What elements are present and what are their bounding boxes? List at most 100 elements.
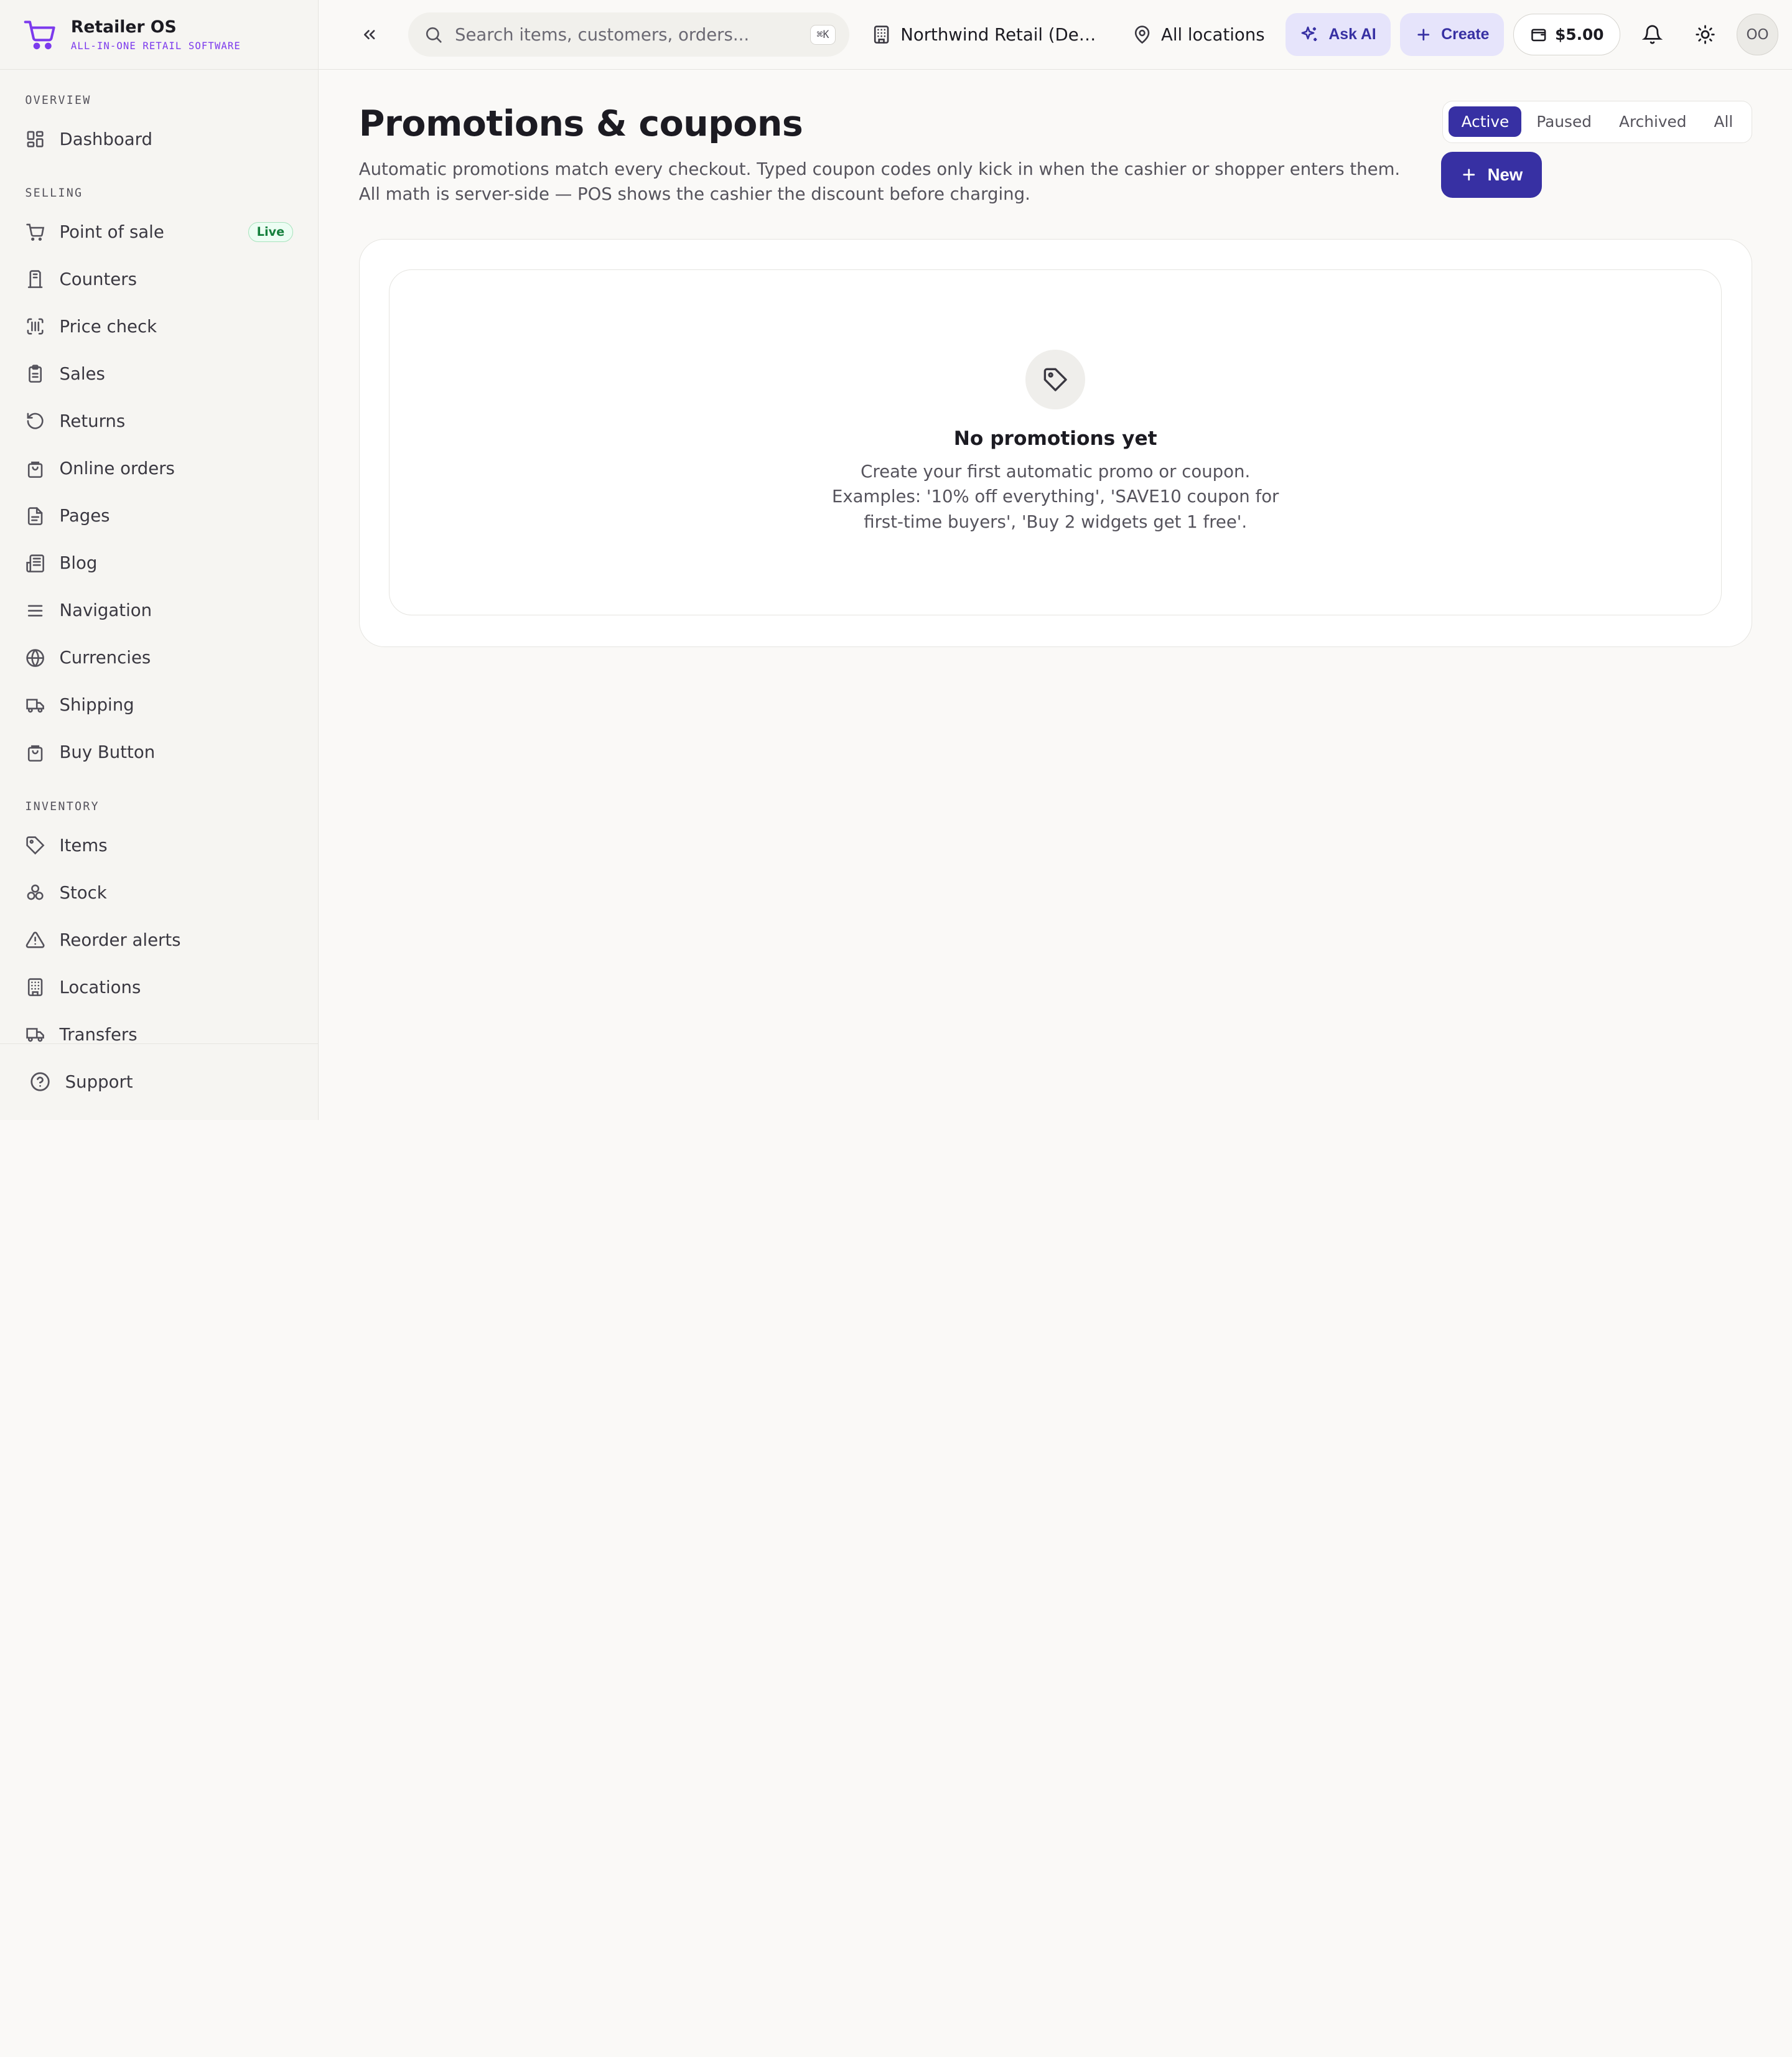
sidebar-item-label: Navigation [59, 600, 152, 621]
map-pin-icon [1132, 25, 1152, 44]
sidebar-item-navigation[interactable]: Navigation [0, 587, 318, 634]
sidebar-item-transfers[interactable]: Transfers [0, 1011, 318, 1043]
cart-logo-icon [23, 17, 57, 52]
counter-icon [25, 269, 45, 289]
plus-icon [1460, 166, 1478, 184]
sidebar-item-buy-button[interactable]: Buy Button [0, 729, 318, 776]
app-window: Retailer OS ALL-IN-ONE RETAIL SOFTWARE O… [0, 0, 1792, 1120]
sidebar-item-label: Online orders [59, 459, 175, 479]
empty-state-text: Create your first automatic promo or cou… [831, 461, 1279, 532]
clipboard-icon [25, 364, 45, 385]
sidebar-item-label: Items [59, 835, 108, 856]
sidebar-item-shipping[interactable]: Shipping [0, 681, 318, 729]
globe-icon [25, 648, 45, 668]
sidebar-item-label: Dashboard [59, 129, 152, 149]
shopping-bag-icon [25, 459, 45, 479]
sidebar-item-label: Returns [59, 411, 126, 432]
empty-state-title: No promotions yet [953, 427, 1157, 450]
building-icon [872, 25, 891, 44]
sidebar-item-label: Blog [59, 553, 98, 574]
sidebar-item-support[interactable]: Support [0, 1043, 318, 1120]
truck-icon [25, 695, 45, 716]
sidebar-item-point-of-sale[interactable]: Point of sale Live [0, 208, 318, 256]
status-filter: Active Paused Archived All [1442, 100, 1752, 143]
sidebar-item-label: Counters [59, 269, 137, 290]
sidebar-item-currencies[interactable]: Currencies [0, 634, 318, 681]
boxes-icon [25, 882, 45, 903]
live-badge: Live [248, 222, 294, 243]
sidebar-item-returns[interactable]: Returns [0, 398, 318, 445]
search-icon [424, 25, 443, 44]
promotions-card: No promotions yet Create your first auto… [358, 238, 1752, 647]
tag-icon [25, 835, 45, 856]
sidebar-item-label: Sales [59, 364, 105, 385]
menu-icon [25, 600, 45, 621]
help-circle-icon [30, 1071, 50, 1092]
sidebar-item-label: Point of sale [59, 222, 164, 242]
sidebar-item-label: Shipping [59, 695, 134, 716]
dashboard-icon [25, 129, 45, 149]
filter-paused[interactable]: Paused [1524, 106, 1604, 138]
search-box[interactable]: ⌘K [408, 12, 849, 57]
theme-sun-icon[interactable] [1684, 14, 1725, 55]
wallet-balance[interactable]: $5.00 [1513, 14, 1621, 55]
section-label-inventory: INVENTORY [25, 800, 100, 814]
empty-state: No promotions yet Create your first auto… [389, 269, 1722, 616]
sparkles-icon [1300, 25, 1319, 44]
sidebar: Retailer OS ALL-IN-ONE RETAIL SOFTWARE O… [0, 0, 319, 1120]
create-label: Create [1441, 26, 1490, 43]
sidebar-item-price-check[interactable]: Price check [0, 303, 318, 350]
sidebar-nav: OVERVIEW Dashboard SELLING Point of sale… [0, 70, 318, 1043]
section-label-selling: SELLING [25, 187, 83, 200]
sidebar-item-label: Price check [59, 317, 157, 337]
location-name: All locations [1161, 24, 1265, 45]
org-switcher[interactable]: Northwind Retail (Demo) [872, 25, 1112, 45]
bell-icon[interactable] [1632, 14, 1673, 55]
sidebar-item-stock[interactable]: Stock [0, 869, 318, 917]
page-content: Promotions & coupons Automatic promotion… [319, 70, 1792, 647]
truck-icon [25, 1024, 45, 1043]
location-switcher[interactable]: All locations [1132, 24, 1265, 45]
filter-all[interactable]: All [1701, 106, 1745, 138]
avatar[interactable]: OO [1737, 14, 1778, 55]
brand[interactable]: Retailer OS ALL-IN-ONE RETAIL SOFTWARE [0, 0, 319, 70]
barcode-icon [25, 317, 45, 337]
ask-ai-button[interactable]: Ask AI [1285, 12, 1391, 57]
sidebar-item-items[interactable]: Items [0, 822, 318, 869]
return-icon [25, 411, 45, 432]
shortcut-hint: ⌘K [810, 24, 836, 45]
sidebar-item-online-orders[interactable]: Online orders [0, 445, 318, 492]
sidebar-item-sales[interactable]: Sales [0, 350, 318, 398]
plus-icon [1415, 26, 1432, 44]
collapse-sidebar-icon[interactable] [358, 23, 381, 46]
alert-icon [25, 930, 45, 950]
file-icon [25, 506, 45, 526]
sidebar-item-blog[interactable]: Blog [0, 539, 318, 587]
sidebar-item-locations[interactable]: Locations [0, 964, 318, 1011]
building-icon [25, 977, 45, 997]
sidebar-item-label: Stock [59, 882, 107, 903]
tag-icon [1025, 350, 1085, 409]
section-label-overview: OVERVIEW [25, 93, 91, 107]
search-input[interactable] [454, 24, 811, 45]
create-button[interactable]: Create [1400, 12, 1505, 57]
shopping-bag-icon [25, 742, 45, 763]
new-promotion-button[interactable]: New [1441, 152, 1542, 198]
wallet-icon [1530, 26, 1547, 44]
filter-active[interactable]: Active [1449, 106, 1522, 138]
balance-amount: $5.00 [1555, 26, 1604, 44]
sidebar-item-label: Buy Button [59, 742, 156, 763]
sidebar-item-reorder-alerts[interactable]: Reorder alerts [0, 917, 318, 964]
sidebar-item-counters[interactable]: Counters [0, 256, 318, 303]
filter-archived[interactable]: Archived [1607, 106, 1699, 138]
page-description: Automatic promotions match every checkou… [358, 159, 1401, 205]
sidebar-item-pages[interactable]: Pages [0, 492, 318, 539]
topbar: ⌘K Northwind Retail (Demo) All locations… [319, 0, 1792, 70]
ask-ai-label: Ask AI [1328, 26, 1376, 43]
sidebar-item-dashboard[interactable]: Dashboard [0, 115, 318, 162]
sidebar-item-label: Reorder alerts [59, 930, 181, 950]
sidebar-item-label: Currencies [59, 648, 151, 668]
brand-name: Retailer OS [70, 17, 177, 37]
brand-tagline: ALL-IN-ONE RETAIL SOFTWARE [70, 40, 241, 52]
sidebar-item-label: Locations [59, 977, 141, 997]
